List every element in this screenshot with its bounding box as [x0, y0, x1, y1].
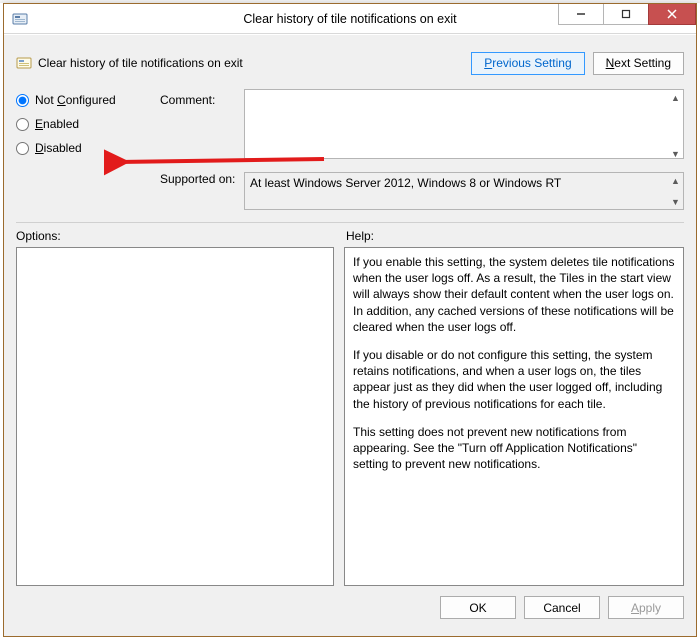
help-paragraph: This setting does not prevent new notifi… [353, 424, 675, 473]
apply-button: Apply [608, 596, 684, 619]
help-pane: If you enable this setting, the system d… [344, 247, 684, 586]
policy-title: Clear history of tile notifications on e… [38, 56, 243, 70]
radio-enabled-input[interactable] [16, 118, 29, 131]
help-paragraph: If you disable or do not configure this … [353, 347, 675, 412]
close-button[interactable] [648, 4, 696, 25]
next-setting-button[interactable]: Next Setting [593, 52, 684, 75]
radio-enabled[interactable]: Enabled [16, 117, 156, 131]
comment-textarea[interactable] [244, 89, 684, 159]
cancel-button[interactable]: Cancel [524, 596, 600, 619]
radio-not-configured-input[interactable] [16, 94, 29, 107]
ok-button[interactable]: OK [440, 596, 516, 619]
radio-disabled-input[interactable] [16, 142, 29, 155]
help-paragraph: If you enable this setting, the system d… [353, 254, 675, 335]
options-label: Options: [16, 229, 334, 243]
policy-icon [16, 55, 32, 71]
radio-disabled[interactable]: Disabled [16, 141, 156, 155]
comment-label: Comment: [160, 89, 240, 162]
help-label: Help: [346, 229, 374, 243]
maximize-button[interactable] [603, 4, 649, 25]
dialog-window: Clear history of tile notifications on e… [3, 3, 697, 637]
dialog-button-row: OK Cancel Apply [16, 586, 684, 624]
previous-setting-button[interactable]: Previous Setting [471, 52, 584, 75]
title-bar[interactable]: Clear history of tile notifications on e… [4, 4, 696, 34]
separator [16, 222, 684, 223]
state-radio-group: Not Configured Enabled Disabled [16, 89, 156, 210]
minimize-button[interactable] [558, 4, 604, 25]
system-icon [12, 11, 28, 27]
options-pane [16, 247, 334, 586]
supported-on-label: Supported on: [160, 172, 240, 210]
client-area: Clear history of tile notifications on e… [4, 34, 696, 636]
supported-on-text: At least Windows Server 2012, Windows 8 … [244, 172, 684, 210]
radio-not-configured[interactable]: Not Configured [16, 93, 156, 107]
